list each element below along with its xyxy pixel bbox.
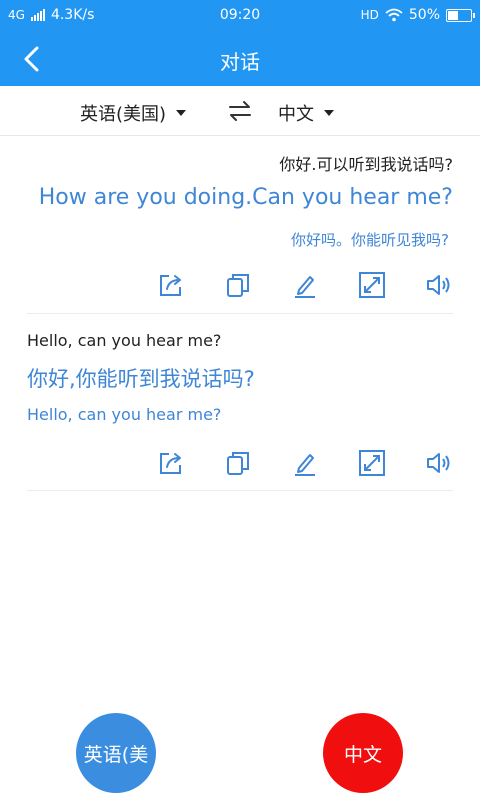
source-language-label: 英语(美国) bbox=[80, 104, 167, 125]
conversation-item: Hello, can you hear me? 你好,你能听到我说话吗? Hel… bbox=[27, 315, 453, 491]
source-text: Hello, can you hear me? bbox=[27, 331, 222, 350]
battery-icon bbox=[446, 8, 475, 22]
wifi-icon bbox=[385, 8, 403, 22]
source-language-select[interactable]: 英语(美国) bbox=[80, 100, 187, 126]
hd-label: HD bbox=[360, 8, 379, 22]
share-icon[interactable] bbox=[157, 449, 185, 477]
speak-chinese-label: 中文 bbox=[343, 743, 382, 766]
chevron-down-icon bbox=[176, 110, 187, 116]
fullscreen-icon[interactable] bbox=[358, 271, 386, 299]
copy-icon[interactable] bbox=[224, 449, 252, 477]
share-icon[interactable] bbox=[157, 271, 185, 299]
speak-english-label: 英语(美 bbox=[83, 743, 149, 766]
target-language-label: 中文 bbox=[278, 104, 314, 125]
speaker-icon[interactable] bbox=[425, 449, 453, 477]
edit-icon[interactable] bbox=[291, 449, 319, 477]
conversation-item: 你好.可以听到我说话吗? How are you doing.Can you h… bbox=[27, 137, 453, 314]
speak-chinese-button[interactable]: 中文 bbox=[323, 713, 403, 793]
back-translation-text: 你好吗。你能听见我吗? bbox=[291, 231, 449, 249]
translation-text: 你好,你能听到我说话吗? bbox=[27, 367, 255, 391]
language-bar: 英语(美国) 中文 bbox=[0, 86, 480, 136]
status-right: HD 50% bbox=[360, 7, 475, 23]
source-text: 你好.可以听到我说话吗? bbox=[279, 155, 453, 174]
fullscreen-icon[interactable] bbox=[358, 449, 386, 477]
speak-english-button[interactable]: 英语(美 bbox=[76, 713, 156, 793]
action-bar bbox=[157, 449, 453, 477]
back-translation-text: Hello, can you hear me? bbox=[27, 405, 222, 424]
translation-text: How are you doing.Can you hear me? bbox=[38, 185, 453, 210]
nav-bar: 对话 bbox=[0, 32, 480, 86]
swap-arrows-icon[interactable] bbox=[228, 100, 252, 122]
status-bar: 4G 4.3K/s 09:20 HD 50% bbox=[0, 0, 480, 32]
chevron-down-icon bbox=[324, 110, 334, 116]
page-title: 对话 bbox=[220, 50, 260, 74]
action-bar bbox=[157, 271, 453, 299]
copy-icon[interactable] bbox=[224, 271, 252, 299]
battery-percent: 50% bbox=[408, 7, 440, 23]
target-language-select[interactable]: 中文 bbox=[278, 100, 334, 126]
speaker-icon[interactable] bbox=[425, 271, 453, 299]
edit-icon[interactable] bbox=[291, 271, 319, 299]
